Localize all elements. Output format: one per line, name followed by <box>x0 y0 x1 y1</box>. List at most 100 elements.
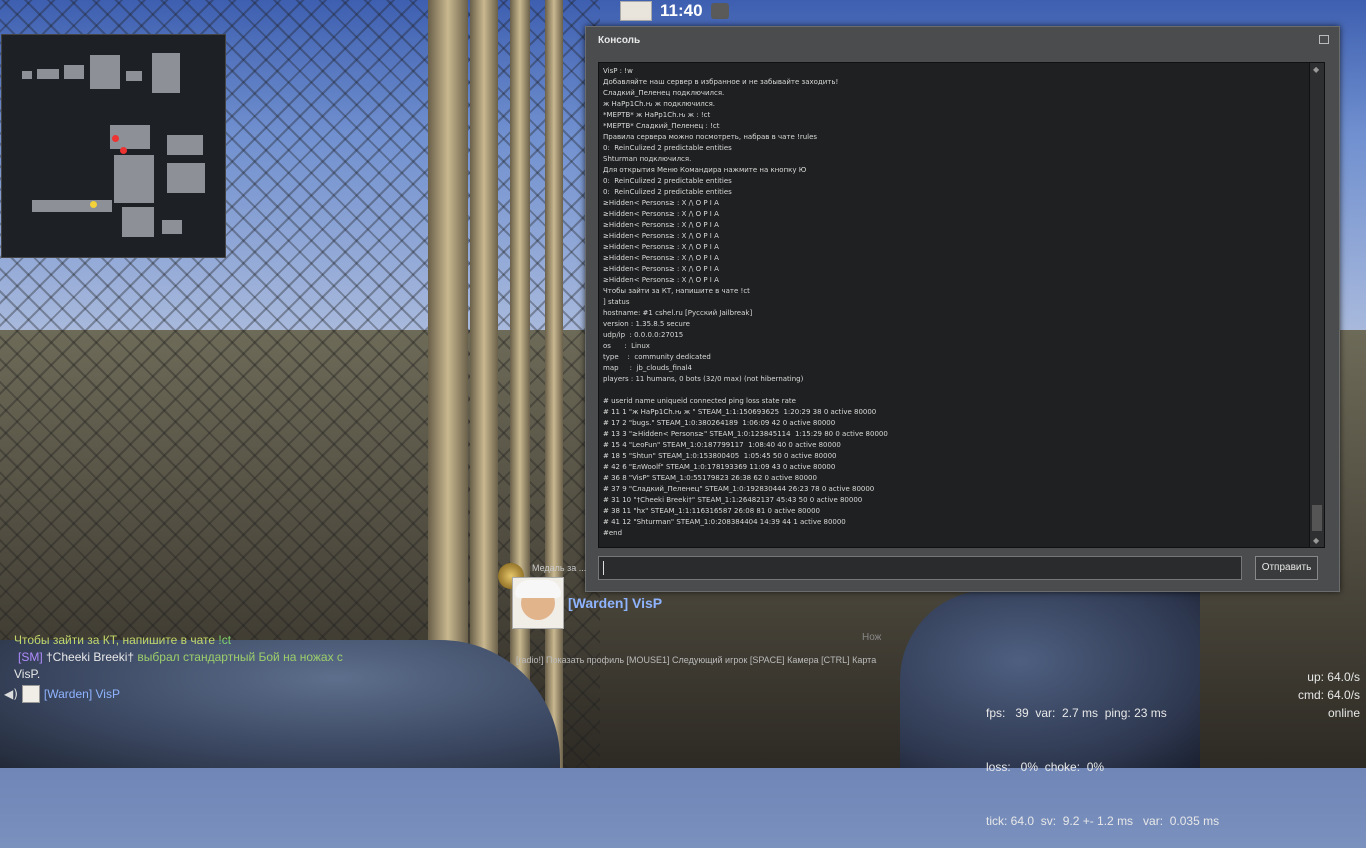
console-line: # 15 4 "LeoFun" STEAM_1:0:187799117 1:08… <box>603 441 841 449</box>
avatar-hair <box>515 580 561 598</box>
netgraph-line: fps: 39 var: 2.7 ms ping: 23 ms <box>986 706 1167 720</box>
weapon-label: Нож <box>862 632 882 643</box>
speaker-icon: ◀) <box>4 687 18 701</box>
spectated-player-name: [Warden] VisP <box>568 595 663 611</box>
console-line: Shturman подключился. <box>603 155 692 163</box>
console-line: #end <box>603 529 623 537</box>
maximize-icon[interactable] <box>1319 35 1329 44</box>
console-line: # 31 10 "†Cheeki Breeki†" STEAM_1:1:2648… <box>603 496 863 504</box>
netgraph: fps: 39 var: 2.7 ms ping: 23 ms loss: 0%… <box>986 668 1219 848</box>
netgraph-rates: up: 64.0/s cmd: 64.0/s online <box>1298 668 1360 722</box>
console-output[interactable]: VisP : !w Добавляйте наш сервер в избранн… <box>598 62 1311 548</box>
chat-text: Чтобы зайти за КТ, напишите в чате <box>14 633 219 647</box>
scroll-down-icon[interactable]: ◆ <box>1313 536 1319 545</box>
bamboo-pole <box>545 0 563 768</box>
console-line: type : community dedicated <box>603 353 711 361</box>
netgraph-status: online <box>1327 706 1360 720</box>
minimap-enemy-marker <box>112 135 119 142</box>
chat-message: Чтобы зайти за КТ, напишите в чате !ct <box>14 632 343 649</box>
console-line: ] status <box>603 298 630 306</box>
chat-command: !ct <box>218 633 232 647</box>
spectator-hint: [radio!] Показать профиль [MOUSE1] Следу… <box>516 655 877 665</box>
voice-avatar <box>21 685 40 703</box>
bamboo-pole <box>510 0 530 768</box>
minimap-area <box>167 163 205 193</box>
console-line: # 17 2 "bugs." STEAM_1:0:380264189 1:06:… <box>603 419 836 427</box>
minimap-area <box>167 135 203 155</box>
minimap-area <box>126 71 142 81</box>
console-line: *МЕРТВ* Сладкий_Пеленец : !ct <box>603 122 720 130</box>
skull-icon <box>710 3 729 19</box>
scroll-up-icon[interactable]: ◆ <box>1313 65 1319 74</box>
console-line: # 37 9 "Сладкий_Пеленец" STEAM_1:0:19283… <box>603 485 875 493</box>
console-line: Правила сервера можно посмотреть, набрав… <box>603 133 818 141</box>
console-scrollbar[interactable]: ◆ ◆ <box>1309 62 1325 548</box>
minimap-enemy-marker <box>120 147 127 154</box>
minimap-area <box>152 53 180 93</box>
console-line: players : 11 humans, 0 bots (32/0 max) (… <box>603 375 804 383</box>
console-line: 0: ReinCulized 2 predictable entities <box>603 177 732 185</box>
console-line: ж HaPp1Ch.ԋ ж подключился. <box>603 100 716 108</box>
console-line: Добавляйте наш сервер в избранное и не з… <box>603 78 839 86</box>
minimap-player-marker <box>90 201 97 208</box>
console-line: version : 1.35.8.5 secure <box>603 320 690 328</box>
console-line: *МЕРТВ* ж HaPp1Ch.ԋ ж : !ct <box>603 111 711 119</box>
minimap-area <box>122 207 154 237</box>
console-line: ≥Hidden< Persons≥ : X /\ O P I A <box>603 254 719 262</box>
console-line: ≥Hidden< Persons≥ : X /\ O P I A <box>603 265 719 273</box>
netgraph-cmd: cmd: 64.0/s <box>1297 688 1360 702</box>
minimap-area <box>37 69 59 79</box>
minimap-area <box>64 65 84 79</box>
console-window[interactable]: Консоль VisP : !w Добавляйте наш сервер в… <box>585 26 1340 592</box>
console-line: # 36 8 "VisP" STEAM_1:0:55179823 26:38 6… <box>603 474 817 482</box>
console-line: # 11 1 "ж HaPp1Ch.ԋ ж " STEAM_1:1:150693… <box>603 408 877 416</box>
minimap-area <box>114 155 154 203</box>
console-line: 0: ReinCulized 2 predictable entities <box>603 188 732 196</box>
scroll-thumb[interactable] <box>1312 505 1322 531</box>
console-line: ≥Hidden< Persons≥ : X /\ O P I A <box>603 243 719 251</box>
minimap-area <box>162 220 182 234</box>
text-caret <box>603 561 604 575</box>
console-line: ≥Hidden< Persons≥ : X /\ O P I A <box>603 210 719 218</box>
console-line: 0: ReinCulized 2 predictable entities <box>603 144 732 152</box>
console-line: hostname: #1 cshel.ru [Русский Jailbreak… <box>603 309 753 317</box>
console-line: # 18 5 "Shtun" STEAM_1:0:153800405 1:05:… <box>603 452 837 460</box>
minimap <box>1 34 226 258</box>
console-line: ≥Hidden< Persons≥ : X /\ O P I A <box>603 221 719 229</box>
console-line: Для открытия Меню Командира нажмите на к… <box>603 166 807 174</box>
team-avatar <box>620 1 652 21</box>
console-line: udp/ip : 0.0.0.0:27015 <box>603 331 684 339</box>
console-line: Чтобы зайти за КТ, напишите в чате !ct <box>603 287 750 295</box>
console-line: VisP : !w <box>603 67 633 75</box>
minimap-area <box>32 200 112 212</box>
netgraph-line: tick: 64.0 sv: 9.2 +- 1.2 ms var: 0.035 … <box>986 814 1220 828</box>
console-line: ≥Hidden< Persons≥ : X /\ O P I A <box>603 199 719 207</box>
netgraph-up: up: 64.0/s <box>1307 670 1360 684</box>
voice-indicator: ◀) [Warden] VisP <box>4 685 120 703</box>
console-line: # userid name uniqueid connected ping lo… <box>603 397 796 405</box>
console-line: Сладкий_Пеленец подключился. <box>603 89 725 97</box>
chat-message: [SM] †Cheeki Breeki† выбрал стандартный … <box>14 649 343 666</box>
chat-text: выбрал стандартный Бой на ножах с <box>137 650 343 664</box>
medal-label: Медаль за ... <box>532 563 587 573</box>
round-timer: 11:40 <box>660 1 703 20</box>
console-title: Консоль <box>598 35 641 46</box>
chat-message: VisP. <box>14 667 41 681</box>
console-line: ≥Hidden< Persons≥ : X /\ O P I A <box>603 232 719 240</box>
chat-tag: [SM] <box>18 650 43 664</box>
send-button[interactable]: Отправить <box>1255 556 1318 580</box>
console-line: map : jb_clouds_final4 <box>603 364 693 372</box>
console-line: ≥Hidden< Persons≥ : X /\ O P I A <box>603 276 719 284</box>
console-command-input[interactable] <box>598 556 1242 580</box>
chat-box: Чтобы зайти за КТ, напишите в чате !ct [… <box>14 632 343 683</box>
round-timer-bar: 11:40 <box>620 0 729 22</box>
console-line: # 13 3 "≥Hidden< Persons≥" STEAM_1:0:123… <box>603 430 888 438</box>
chat-player: †Cheeki Breeki† <box>42 650 138 664</box>
netgraph-line: loss: 0% choke: 0% <box>986 760 1105 774</box>
mvp-avatar <box>512 577 564 629</box>
minimap-area <box>22 71 32 79</box>
console-line: # 38 11 "hx" STEAM_1:1:116316587 26:08 8… <box>603 507 820 515</box>
console-line: # 42 6 "ЕлWoolf" STEAM_1:0:178193369 11:… <box>603 463 836 471</box>
minimap-area <box>90 55 120 89</box>
